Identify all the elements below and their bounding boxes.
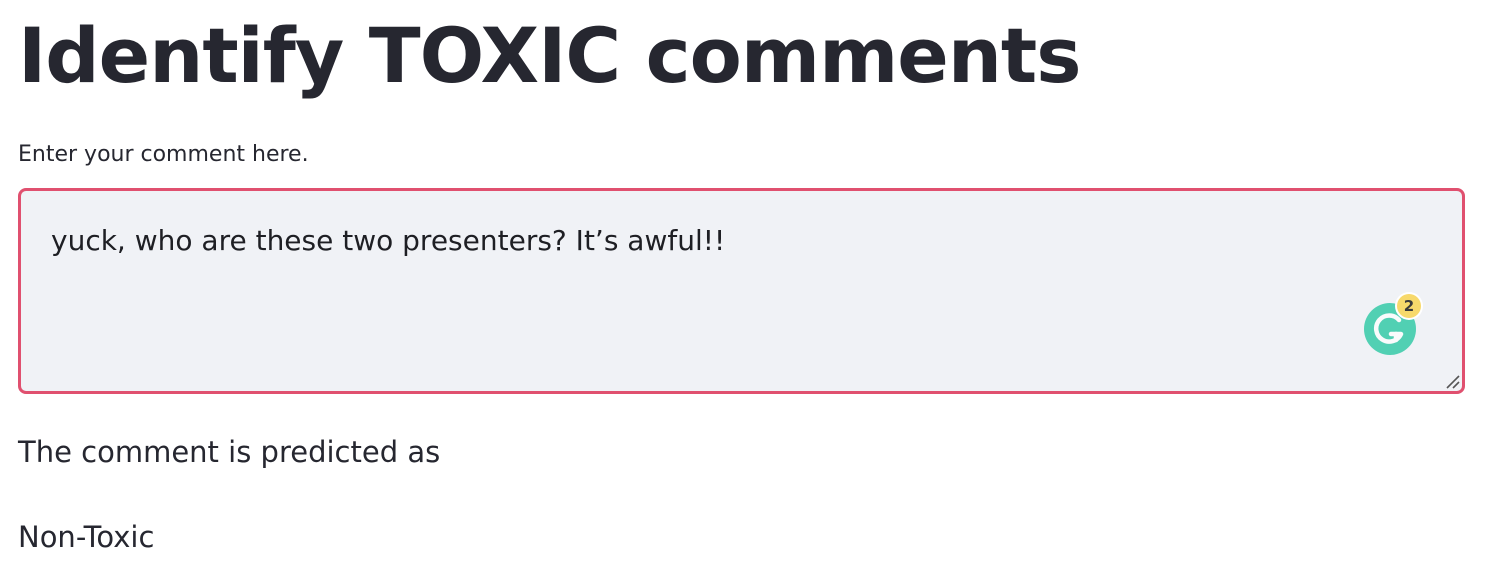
prediction-label: The comment is predicted as [18,435,441,469]
comment-input-label: Enter your comment here. [18,142,309,167]
comment-textarea[interactable]: yuck, who are these two presenters? It’s… [18,188,1465,394]
app-page: Identify TOXIC comments Enter your comme… [0,0,1490,582]
page-title: Identify TOXIC comments [18,11,1081,100]
comment-text-value[interactable]: yuck, who are these two presenters? It’s… [51,221,725,261]
grammarly-suggestion-badge[interactable]: 2 [1397,294,1421,318]
prediction-result: Non-Toxic [18,520,155,554]
resize-handle-icon[interactable] [1444,373,1460,389]
